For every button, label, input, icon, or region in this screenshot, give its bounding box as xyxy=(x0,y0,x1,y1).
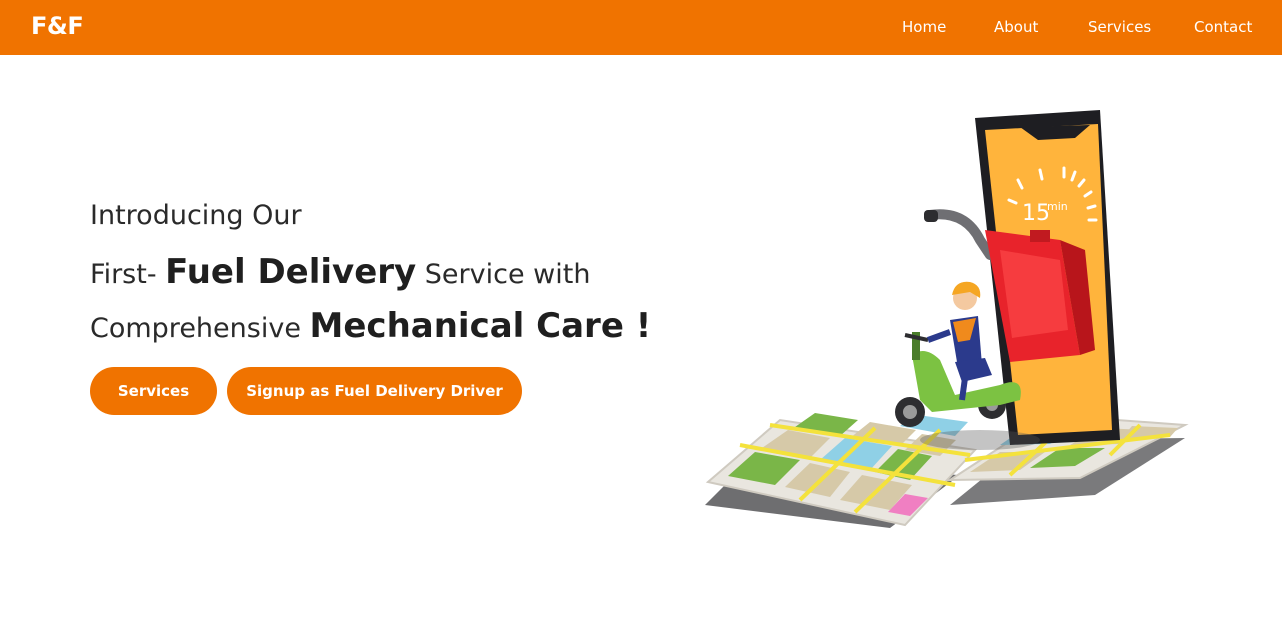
nav-link-contact[interactable]: Contact xyxy=(1194,18,1252,36)
brand-logo[interactable]: F&F xyxy=(31,12,84,40)
nav-link-services[interactable]: Services xyxy=(1088,18,1151,36)
hero-line-2: First- Fuel Delivery Service with xyxy=(90,252,590,292)
hero-highlight-mechanical-care: Mechanical Care ! xyxy=(309,306,652,346)
phone-timer-unit: min xyxy=(1047,200,1068,213)
nav-links: Home About Services Contact xyxy=(882,18,1282,38)
signup-driver-button[interactable]: Signup as Fuel Delivery Driver xyxy=(227,367,522,415)
hero-line-2-suffix: Service with xyxy=(416,259,591,290)
hero-line-3: Comprehensive Mechanical Care ! xyxy=(90,306,651,346)
nav-link-about[interactable]: About xyxy=(994,18,1038,36)
hero-line-2-prefix: First- xyxy=(90,259,166,290)
nav-link-home[interactable]: Home xyxy=(902,18,946,36)
hero-highlight-fuel-delivery: Fuel Delivery xyxy=(165,252,417,292)
hero-line-3-prefix: Comprehensive xyxy=(90,313,310,344)
hero-line-1: Introducing Our xyxy=(90,200,302,231)
services-button[interactable]: Services xyxy=(90,367,217,415)
navbar: F&F Home About Services Contact xyxy=(0,0,1282,55)
phone-timer-value: 15 xyxy=(1022,201,1050,226)
fuel-delivery-illustration: 15 min xyxy=(705,110,1189,528)
